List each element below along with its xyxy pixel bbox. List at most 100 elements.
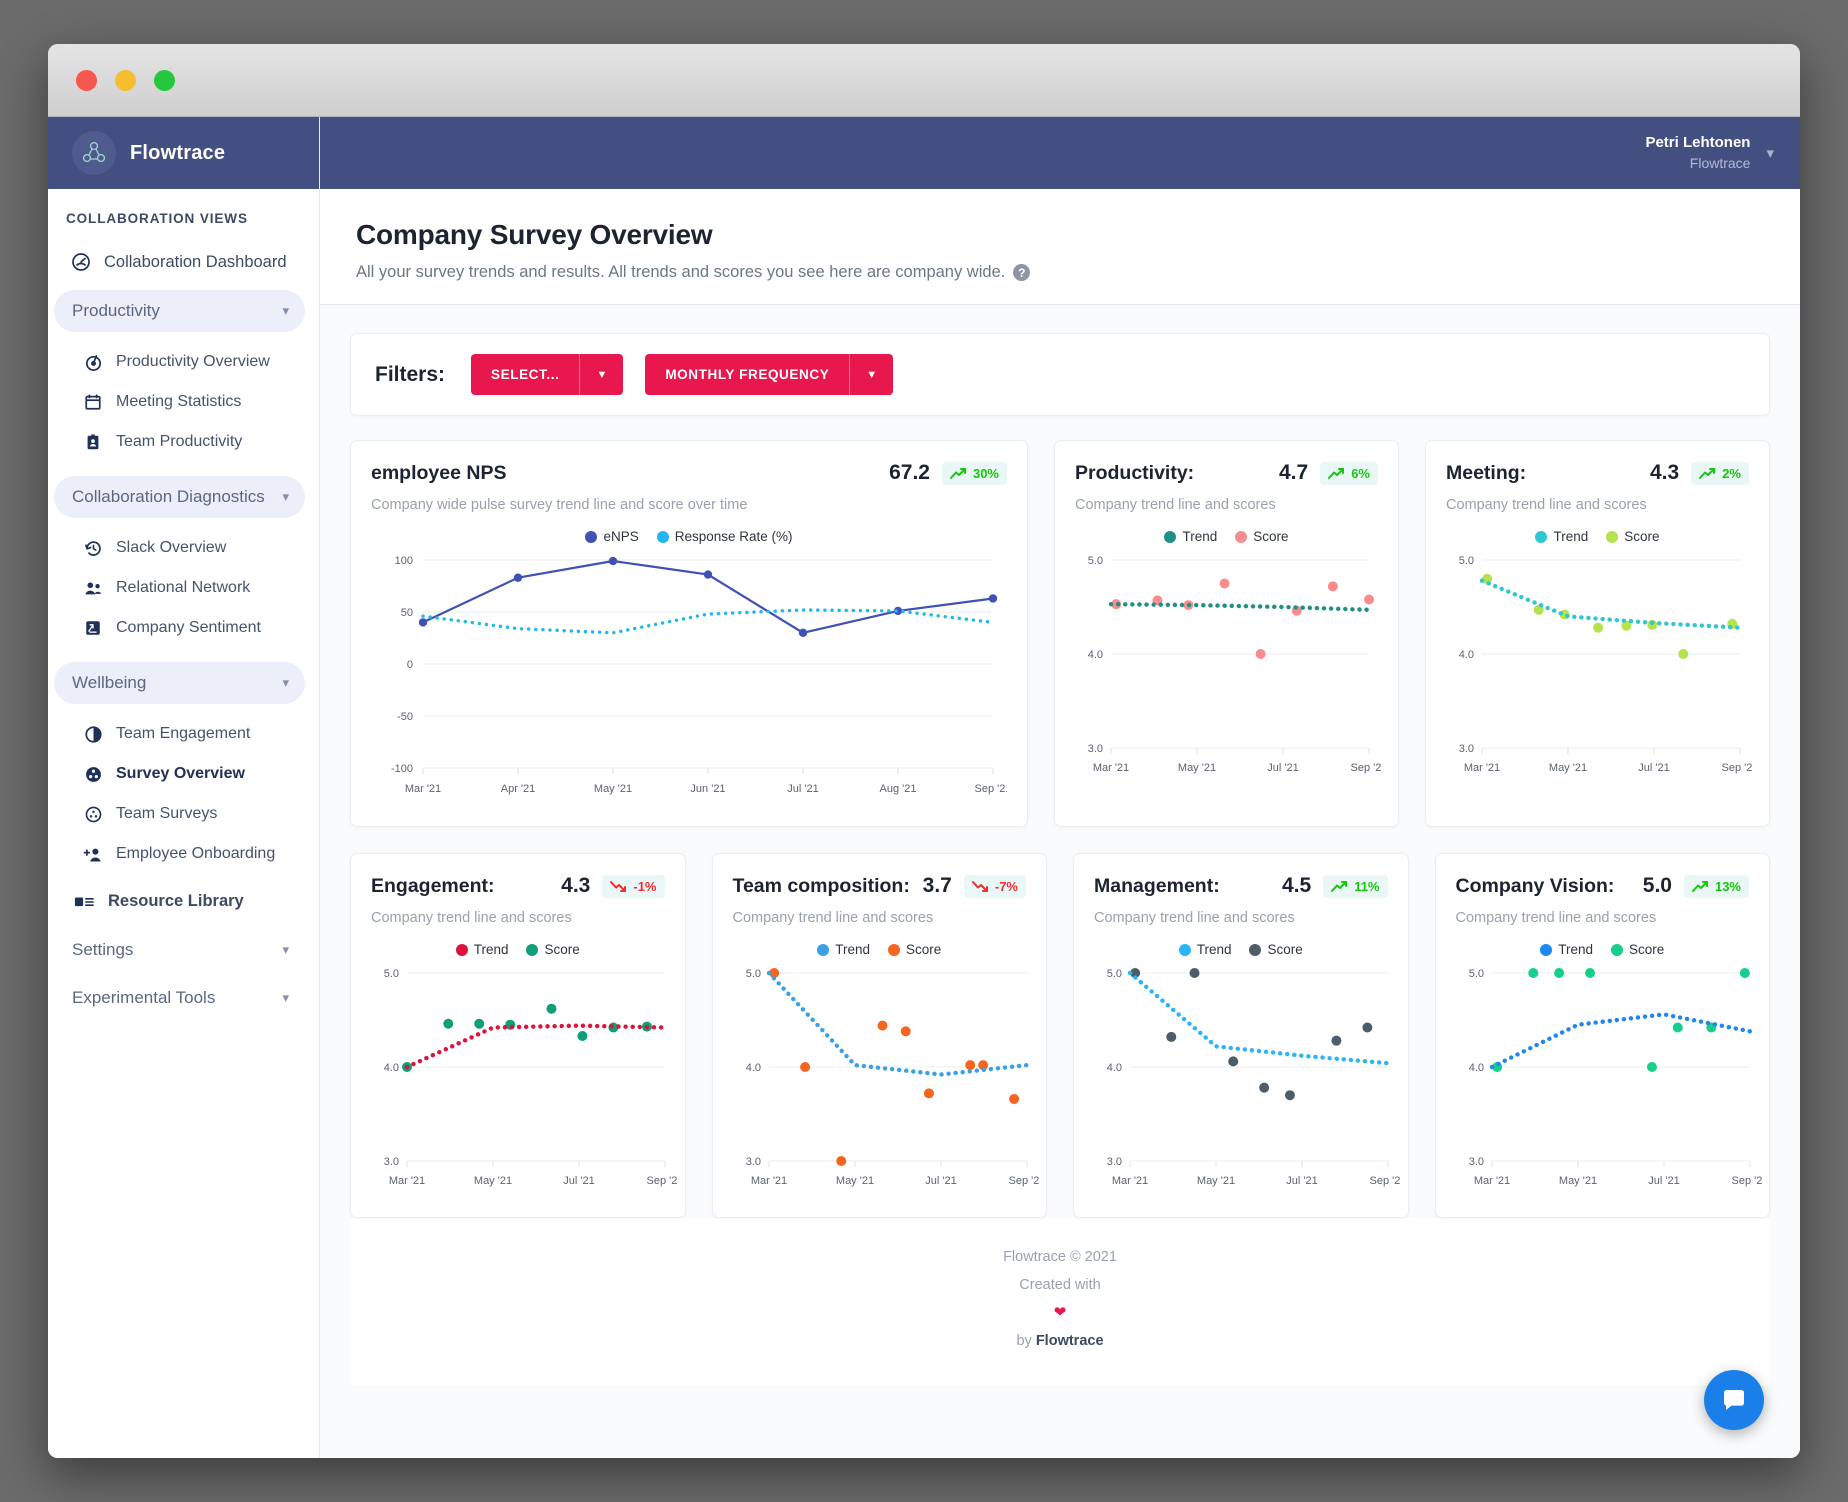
chart-plot: 100500-50-100Mar '21Apr '21May '21Jun '2… bbox=[367, 550, 1011, 810]
sidebar-item-collaboration-dashboard[interactable]: Collaboration Dashboard bbox=[48, 242, 319, 282]
svg-text:Sep '21: Sep '21 bbox=[1008, 1175, 1038, 1187]
frequency-filter-dropdown[interactable]: MONTHLY FREQUENCY ▼ bbox=[645, 354, 893, 395]
legend-swatch-icon bbox=[657, 531, 669, 543]
minimize-button[interactable] bbox=[115, 70, 136, 91]
card-metric: 5.013% bbox=[1643, 874, 1749, 898]
legend-item: Score bbox=[1249, 942, 1302, 957]
svg-text:3.0: 3.0 bbox=[1459, 743, 1474, 755]
brand-header[interactable]: Flowtrace bbox=[48, 117, 319, 189]
frequency-filter-label[interactable]: MONTHLY FREQUENCY bbox=[645, 354, 849, 395]
sentiment-chart-icon bbox=[82, 617, 104, 639]
sidebar-item-productivity-overview[interactable]: Productivity Overview bbox=[48, 342, 319, 382]
caret-down-icon[interactable]: ▼ bbox=[849, 354, 893, 395]
sidebar-group-settings[interactable]: Settings ▾ bbox=[54, 929, 305, 971]
legend-item: Score bbox=[888, 942, 941, 957]
sidebar-subitems-collaboration-diagnostics: Slack Overview Relational Network bbox=[48, 524, 319, 654]
caret-down-icon[interactable]: ▼ bbox=[579, 354, 623, 395]
page-title: Company Survey Overview bbox=[356, 219, 1764, 251]
filters-label: Filters: bbox=[375, 363, 445, 387]
svg-text:Mar '21: Mar '21 bbox=[1464, 762, 1500, 774]
legend-label: Trend bbox=[1197, 942, 1232, 957]
status-badge: 2% bbox=[1691, 462, 1749, 485]
chart-legend: Trend Score bbox=[1090, 942, 1392, 957]
footer-created-with: Created with bbox=[350, 1272, 1770, 1300]
card-header: Meeting:4.32% bbox=[1442, 461, 1753, 485]
sidebar-item-relational-network[interactable]: Relational Network bbox=[48, 568, 319, 608]
card-management: Management:4.511%Company trend line and … bbox=[1073, 853, 1409, 1218]
sidebar-item-team-engagement[interactable]: Team Engagement bbox=[48, 714, 319, 754]
trend-up-icon bbox=[1328, 467, 1345, 480]
sidebar-item-employee-onboarding[interactable]: Employee Onboarding bbox=[48, 834, 319, 874]
sidebar-item-label: Team Productivity bbox=[116, 433, 242, 451]
user-menu[interactable]: Petri Lehtonen Flowtrace ▾ bbox=[1645, 133, 1774, 172]
trend-up-icon bbox=[1692, 880, 1709, 893]
chart-legend: eNPSResponse Rate (%) bbox=[367, 529, 1011, 544]
sidebar-item-team-surveys[interactable]: Team Surveys bbox=[48, 794, 319, 834]
chevron-down-icon: ▾ bbox=[282, 675, 289, 691]
sidebar-item-team-productivity[interactable]: Team Productivity bbox=[48, 422, 319, 462]
target-icon bbox=[82, 351, 104, 373]
chat-bubble-icon[interactable] bbox=[1704, 1370, 1764, 1430]
legend-swatch-icon bbox=[456, 944, 468, 956]
svg-text:May '21: May '21 bbox=[835, 1175, 873, 1187]
card-title: Engagement: bbox=[371, 875, 495, 898]
page-subtitle: All your survey trends and results. All … bbox=[356, 263, 1005, 282]
sidebar-subitems-productivity: Productivity Overview Meeting Statistics bbox=[48, 338, 319, 468]
card-title: employee NPS bbox=[371, 462, 506, 485]
delta-value: -7% bbox=[995, 879, 1018, 894]
sidebar-group-collaboration-diagnostics[interactable]: Collaboration Diagnostics ▾ bbox=[54, 476, 305, 518]
svg-text:4.0: 4.0 bbox=[384, 1062, 399, 1074]
status-badge: 13% bbox=[1684, 875, 1749, 898]
legend-swatch-icon bbox=[1540, 944, 1552, 956]
svg-text:Sep '21: Sep '21 bbox=[1731, 1175, 1761, 1187]
zoom-button[interactable] bbox=[154, 70, 175, 91]
card-header: Management:4.511% bbox=[1090, 874, 1392, 898]
close-button[interactable] bbox=[76, 70, 97, 91]
sidebar-item-label: Employee Onboarding bbox=[116, 845, 275, 863]
legend-swatch-icon bbox=[1235, 531, 1247, 543]
sidebar-group-experimental-tools[interactable]: Experimental Tools ▾ bbox=[54, 977, 305, 1019]
card-subtitle: Company trend line and scores bbox=[1446, 497, 1753, 513]
svg-text:Jul '21: Jul '21 bbox=[925, 1175, 956, 1187]
svg-text:Mar '21: Mar '21 bbox=[1093, 762, 1129, 774]
sidebar-item-survey-overview[interactable]: Survey Overview bbox=[48, 754, 319, 794]
legend-label: Score bbox=[1624, 529, 1659, 544]
legend-swatch-icon bbox=[1535, 531, 1547, 543]
select-filter-label[interactable]: SELECT... bbox=[471, 354, 579, 395]
svg-text:0: 0 bbox=[407, 659, 413, 671]
svg-text:3.0: 3.0 bbox=[384, 1156, 399, 1168]
select-filter-dropdown[interactable]: SELECT... ▼ bbox=[471, 354, 623, 395]
legend-label: Response Rate (%) bbox=[675, 529, 793, 544]
sidebar-group-wellbeing[interactable]: Wellbeing ▾ bbox=[54, 662, 305, 704]
sidebar-item-company-sentiment[interactable]: Company Sentiment bbox=[48, 608, 319, 648]
svg-text:Mar '21: Mar '21 bbox=[1473, 1175, 1509, 1187]
sidebar-item-label: Relational Network bbox=[116, 579, 250, 597]
svg-text:Sep '21: Sep '21 bbox=[1370, 1175, 1400, 1187]
svg-text:4.0: 4.0 bbox=[1088, 649, 1103, 661]
trend-down-icon bbox=[610, 880, 627, 893]
footer: Flowtrace © 2021 Created with ❤ by Flowt… bbox=[350, 1218, 1770, 1385]
card-header: Engagement:4.3-1% bbox=[367, 874, 669, 898]
svg-text:Mar '21: Mar '21 bbox=[389, 1175, 425, 1187]
svg-text:Jul '21: Jul '21 bbox=[1267, 762, 1298, 774]
browser-window: Flowtrace COLLABORATION VIEWS Collaborat… bbox=[48, 44, 1800, 1458]
sidebar-item-resource-library[interactable]: Resource Library bbox=[48, 880, 319, 923]
legend-label: Score bbox=[906, 942, 941, 957]
question-mark-icon[interactable]: ? bbox=[1013, 264, 1030, 281]
card-metric: 67.230% bbox=[889, 461, 1007, 485]
chart-legend: TrendScore bbox=[367, 942, 669, 957]
sidebar-group-productivity[interactable]: Productivity ▾ bbox=[54, 290, 305, 332]
desktop-background: Flowtrace COLLABORATION VIEWS Collaborat… bbox=[0, 0, 1848, 1502]
sidebar-item-slack-overview[interactable]: Slack Overview bbox=[48, 528, 319, 568]
sidebar-item-meeting-statistics[interactable]: Meeting Statistics bbox=[48, 382, 319, 422]
footer-copyright: Flowtrace © 2021 bbox=[350, 1244, 1770, 1272]
dashboard-scroll-area: Filters: SELECT... ▼ MONTHLY FREQUENCY ▼… bbox=[320, 305, 1800, 1458]
legend-item: Response Rate (%) bbox=[657, 529, 793, 544]
legend-swatch-icon bbox=[526, 944, 538, 956]
sidebar-group-label: Wellbeing bbox=[72, 673, 146, 693]
app-body: Flowtrace COLLABORATION VIEWS Collaborat… bbox=[48, 117, 1800, 1458]
legend-label: Trend bbox=[1553, 529, 1588, 544]
card-subtitle: Company trend line and scores bbox=[1456, 910, 1754, 926]
sidebar-subitems-wellbeing: Team Engagement Survey Overview bbox=[48, 710, 319, 880]
delta-value: 11% bbox=[1354, 879, 1379, 894]
